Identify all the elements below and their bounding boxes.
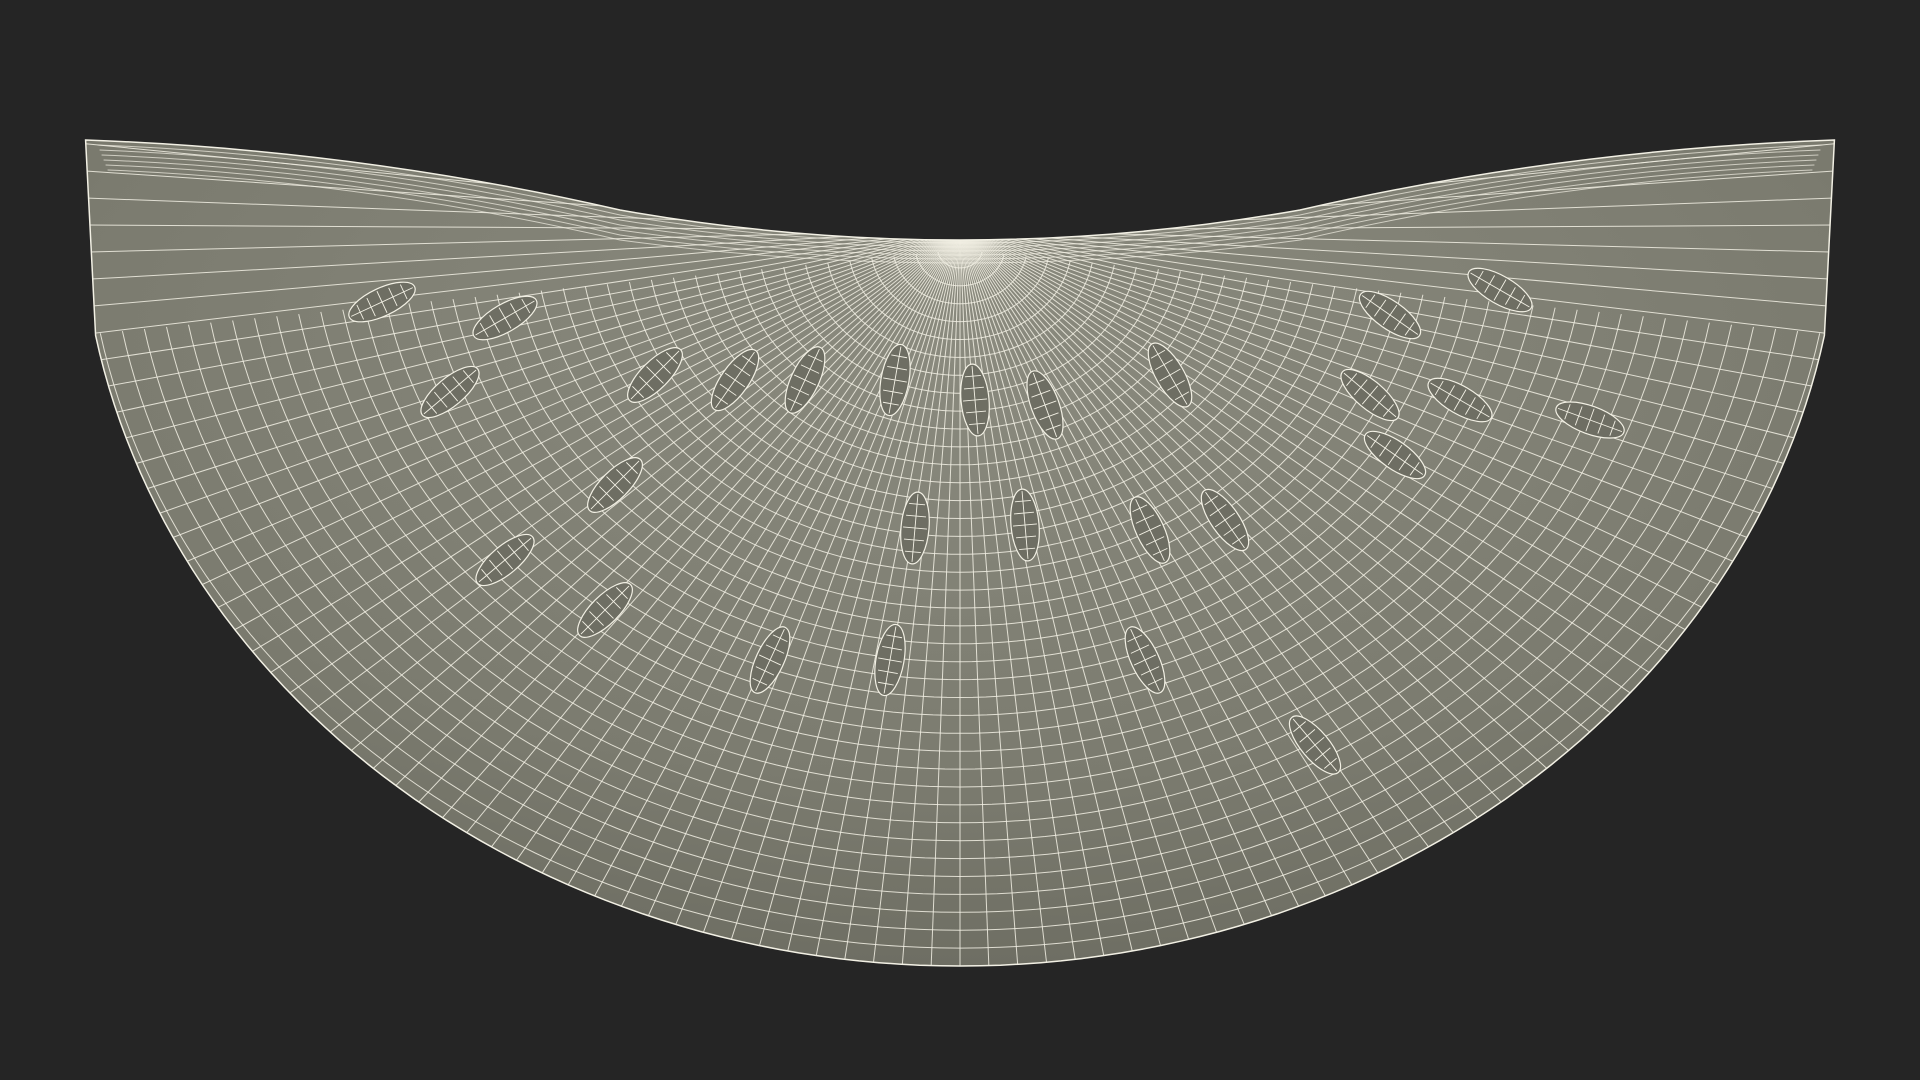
render-viewport[interactable] <box>0 0 1920 1080</box>
watermelon-slice-wireframe <box>84 139 1836 967</box>
